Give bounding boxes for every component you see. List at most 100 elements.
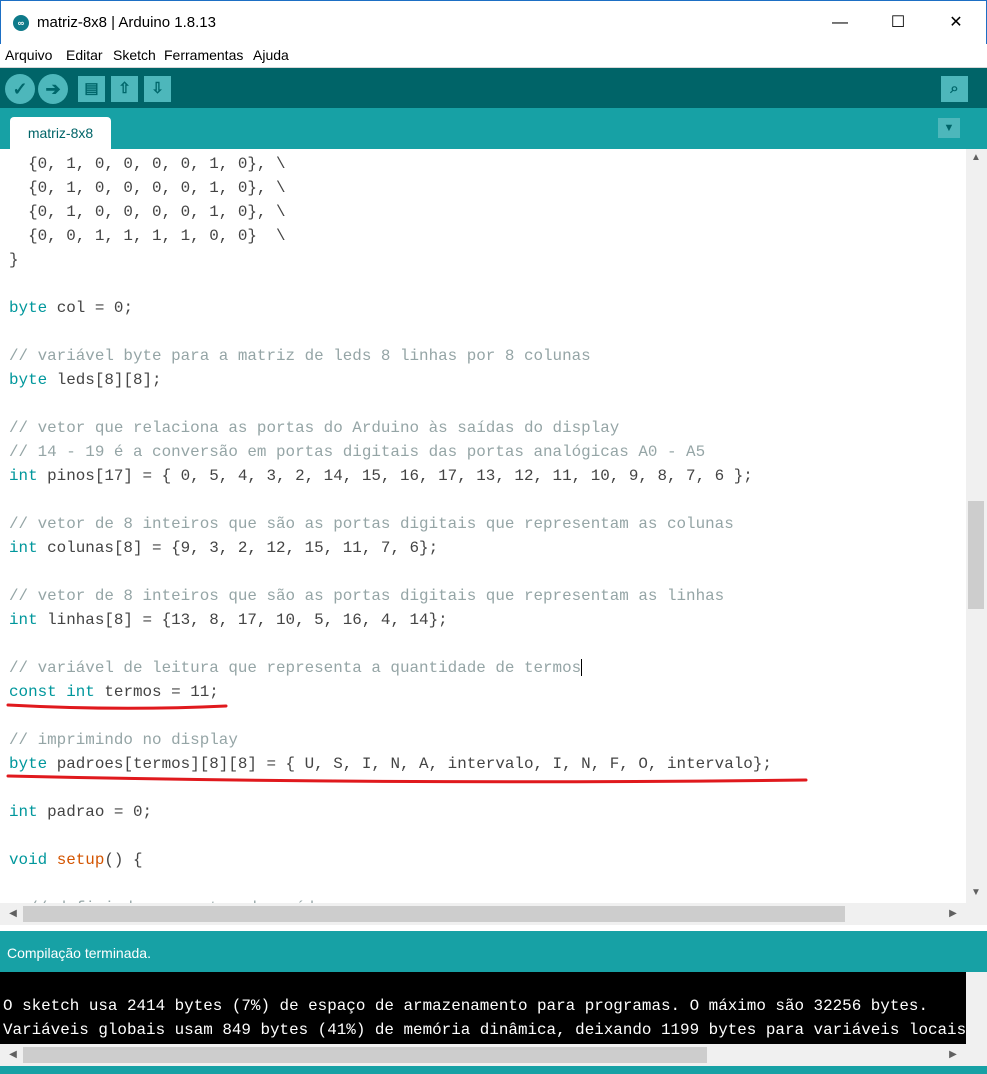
code-token: termos = 11; <box>94 683 219 701</box>
menu-ferramentas[interactable]: Ferramentas <box>164 47 243 63</box>
code-token: // variável byte para a matriz de leds 8… <box>9 347 591 365</box>
serial-monitor-button[interactable]: ⌕ <box>941 76 968 102</box>
code-line: int padrao = 0; <box>9 800 152 824</box>
arrow-up-icon: ⇧ <box>118 80 131 97</box>
code-line: // 14 - 19 é a conversão em portas digit… <box>9 440 705 464</box>
code-token: int <box>9 539 38 557</box>
scrollbar-corner <box>966 1044 987 1066</box>
code-line: {0, 0, 1, 1, 1, 1, 0, 0} \ <box>9 224 286 248</box>
code-token: {0, 0, 1, 1, 1, 1, 0, 0} \ <box>9 227 286 245</box>
scroll-up-icon[interactable]: ▲ <box>966 152 986 163</box>
console-vertical-scrollbar[interactable] <box>966 972 987 1044</box>
new-sketch-button[interactable]: ▤ <box>78 76 105 102</box>
minimize-button[interactable]: — <box>811 1 869 45</box>
code-line: // imprimindo no display <box>9 728 238 752</box>
code-line: {0, 1, 0, 0, 0, 0, 1, 0}, \ <box>9 176 286 200</box>
code-token: {0, 1, 0, 0, 0, 0, 1, 0}, \ <box>9 203 286 221</box>
code-token: byte <box>9 755 48 773</box>
code-line: {0, 1, 0, 0, 0, 0, 1, 0}, \ <box>9 152 286 176</box>
code-token: } <box>9 251 19 269</box>
check-icon: ✓ <box>12 79 28 99</box>
window-bottom-edge <box>0 1066 987 1074</box>
code-token: // 14 - 19 é a conversão em portas digit… <box>9 443 706 461</box>
scrollbar-thumb[interactable] <box>23 906 845 922</box>
editor-vertical-scrollbar[interactable]: ▲ ▼ <box>966 149 987 903</box>
code-token: setup <box>56 851 105 869</box>
arrow-right-icon: ➔ <box>45 79 61 99</box>
code-token: padroes[termos][8][8] = { U, S, I, N, A,… <box>47 755 772 773</box>
code-line: // definindo as portas de saída <box>9 896 324 903</box>
code-token: byte <box>9 299 48 317</box>
code-line: const int termos = 11; <box>9 680 219 704</box>
code-token: int <box>9 467 38 485</box>
code-token: const <box>9 683 57 701</box>
magnifier-icon: ⌕ <box>950 80 959 97</box>
code-line: byte col = 0; <box>9 296 133 320</box>
code-line: // vetor de 8 inteiros que são as portas… <box>9 584 724 608</box>
code-line: } <box>9 248 19 272</box>
title-bar: ∞ matriz-8x8 | Arduino 1.8.13 — ☐ ✕ <box>0 0 987 46</box>
code-token: linhas[8] = {13, 8, 17, 10, 5, 16, 4, 14… <box>37 611 448 629</box>
code-line: void setup() { <box>9 848 143 872</box>
menu-arquivo[interactable]: Arquivo <box>5 47 52 63</box>
code-line: byte leds[8][8]; <box>9 368 162 392</box>
menu-bar: Arquivo Editar Sketch Ferramentas Ajuda <box>0 44 987 68</box>
arduino-logo-icon: ∞ <box>13 15 29 31</box>
verify-button[interactable]: ✓ <box>5 74 35 104</box>
menu-ajuda[interactable]: Ajuda <box>253 47 289 63</box>
code-editor[interactable]: {0, 1, 0, 0, 0, 0, 1, 0}, \ {0, 1, 0, 0,… <box>0 149 966 903</box>
code-token: byte <box>9 371 48 389</box>
open-button[interactable]: ⇧ <box>111 76 138 102</box>
code-token: // vetor que relaciona as portas do Ardu… <box>9 419 620 437</box>
maximize-button[interactable]: ☐ <box>869 1 927 45</box>
status-message: Compilação terminada. <box>7 945 151 961</box>
save-button[interactable]: ⇩ <box>144 76 171 102</box>
code-token: colunas[8] = {9, 3, 2, 12, 15, 11, 7, 6}… <box>37 539 439 557</box>
code-token: int <box>9 611 38 629</box>
code-token: // vetor de 8 inteiros que são as portas… <box>9 515 734 533</box>
close-button[interactable]: ✕ <box>927 1 985 45</box>
code-token: // variável de leitura que representa a … <box>9 659 582 677</box>
tab-menu-button[interactable]: ▼ <box>938 118 960 138</box>
console-line: Variáveis globais usam 849 bytes (41%) d… <box>3 1021 966 1039</box>
scrollbar-corner <box>966 903 987 925</box>
menu-sketch[interactable]: Sketch <box>113 47 156 63</box>
console-horizontal-scrollbar[interactable]: ◀ ▶ <box>0 1044 966 1066</box>
console-line: O sketch usa 2414 bytes (7%) de espaço d… <box>3 997 928 1015</box>
document-icon: ▤ <box>84 80 99 97</box>
code-token: int <box>66 683 95 701</box>
menu-editar[interactable]: Editar <box>66 47 103 63</box>
code-line: int colunas[8] = {9, 3, 2, 12, 15, 11, 7… <box>9 536 438 560</box>
scroll-left-icon[interactable]: ◀ <box>3 1049 23 1060</box>
code-line: byte padroes[termos][8][8] = { U, S, I, … <box>9 752 772 776</box>
status-bar: Compilação terminada. <box>0 931 987 972</box>
console-output[interactable]: O sketch usa 2414 bytes (7%) de espaço d… <box>0 972 966 1044</box>
code-line: {0, 1, 0, 0, 0, 0, 1, 0}, \ <box>9 200 286 224</box>
code-line: int linhas[8] = {13, 8, 17, 10, 5, 16, 4… <box>9 608 448 632</box>
code-line: // vetor de 8 inteiros que são as portas… <box>9 512 734 536</box>
arrow-down-icon: ⇩ <box>151 80 164 97</box>
scroll-right-icon[interactable]: ▶ <box>943 908 963 919</box>
code-token: int <box>9 803 38 821</box>
upload-button[interactable]: ➔ <box>38 74 68 104</box>
code-token: {0, 1, 0, 0, 0, 0, 1, 0}, \ <box>9 179 286 197</box>
text-cursor <box>581 659 583 677</box>
scroll-left-icon[interactable]: ◀ <box>3 908 23 919</box>
code-token: // imprimindo no display <box>9 731 238 749</box>
scroll-down-icon[interactable]: ▼ <box>966 887 986 898</box>
scrollbar-thumb[interactable] <box>968 501 984 609</box>
editor-horizontal-scrollbar[interactable]: ◀ ▶ <box>0 903 966 925</box>
code-token: {0, 1, 0, 0, 0, 0, 1, 0}, \ <box>9 155 286 173</box>
tab-matriz-8x8[interactable]: matriz-8x8 <box>10 117 111 149</box>
code-token: // vetor de 8 inteiros que são as portas… <box>9 587 725 605</box>
code-token: pinos[17] = { 0, 5, 4, 3, 2, 14, 15, 16,… <box>37 467 753 485</box>
scroll-right-icon[interactable]: ▶ <box>943 1049 963 1060</box>
scrollbar-thumb[interactable] <box>23 1047 707 1063</box>
code-line: // variável byte para a matriz de leds 8… <box>9 344 591 368</box>
code-token: padrao = 0; <box>37 803 153 821</box>
code-line: int pinos[17] = { 0, 5, 4, 3, 2, 14, 15,… <box>9 464 753 488</box>
code-token: () { <box>104 851 143 869</box>
code-line: // variável de leitura que representa a … <box>9 656 583 680</box>
